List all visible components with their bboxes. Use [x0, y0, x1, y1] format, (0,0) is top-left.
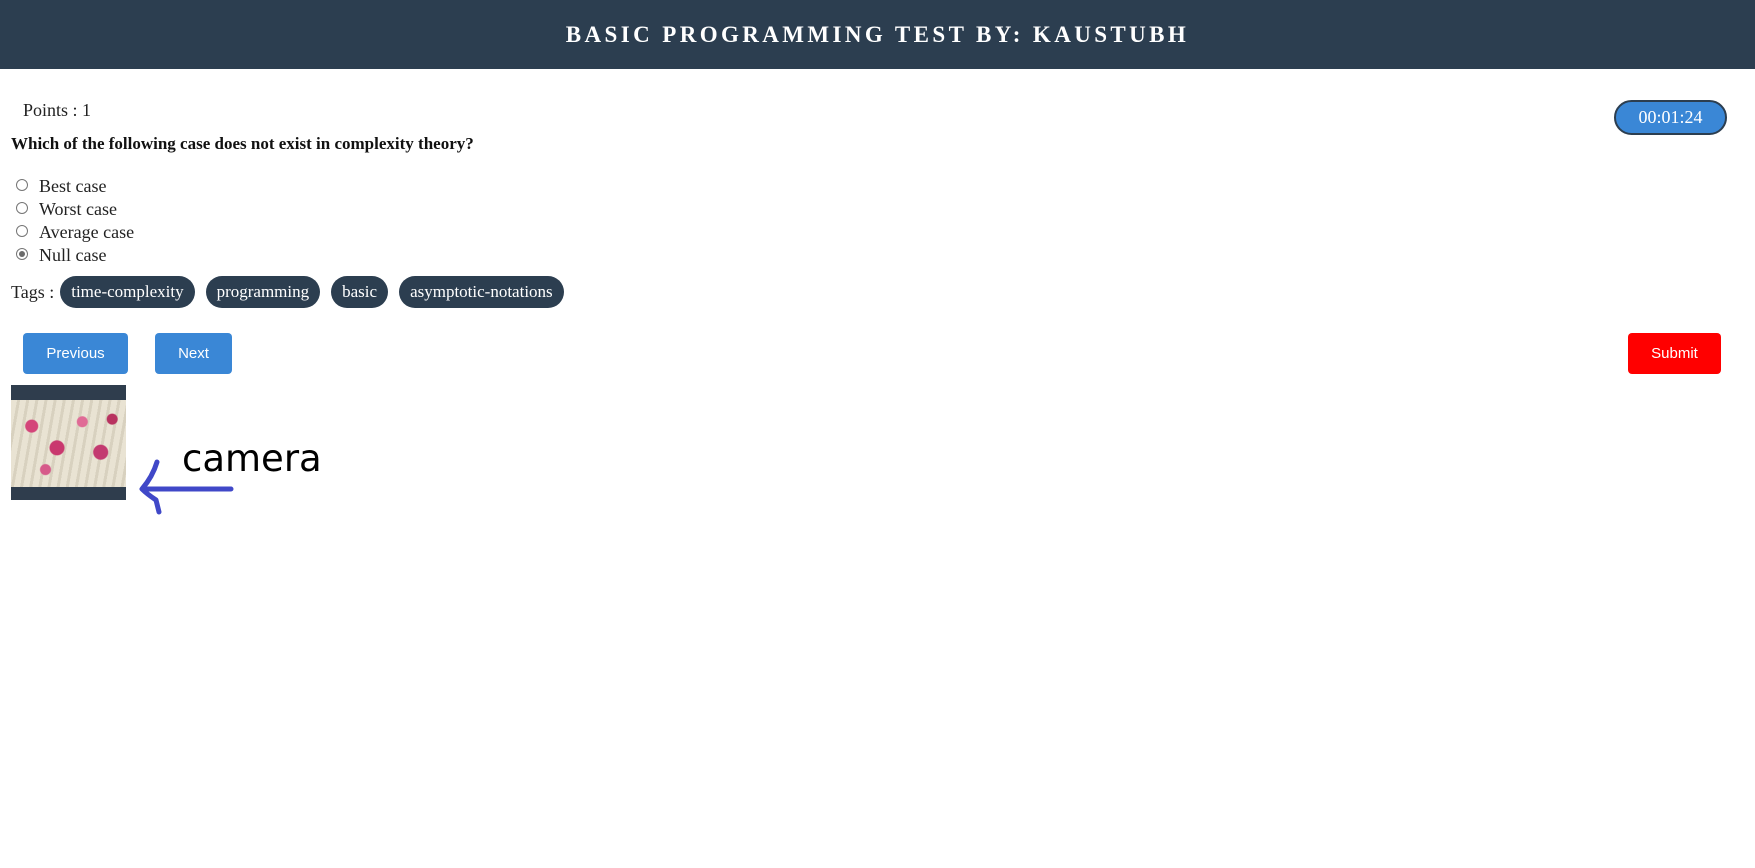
page-header: BASIC PROGRAMMING TEST BY: KAUSTUBH: [0, 0, 1755, 69]
points-label: Points : 1: [23, 100, 92, 120]
option-label: Worst case: [39, 199, 118, 219]
radio-button-selected[interactable]: [16, 247, 28, 260]
option-null-case[interactable]: Null case: [16, 244, 134, 267]
submit-button[interactable]: Submit: [1628, 333, 1721, 374]
tag-chip: programming: [205, 276, 321, 308]
tag-chip: time-complexity: [60, 276, 195, 308]
option-label: Average case: [39, 222, 135, 242]
tag-chip: asymptotic-notations: [399, 276, 564, 308]
option-best-case[interactable]: Best case: [16, 175, 134, 198]
tags-label: Tags :: [11, 281, 55, 302]
page-title: BASIC PROGRAMMING TEST BY: KAUSTUBH: [565, 22, 1190, 47]
question-text: Which of the following case does not exi…: [11, 134, 474, 153]
radio-button[interactable]: [16, 178, 28, 191]
answer-options: Best case Worst case Average case Null c…: [16, 175, 134, 267]
next-button[interactable]: Next: [155, 333, 232, 374]
camera-feed-image: [11, 400, 126, 487]
option-worst-case[interactable]: Worst case: [16, 198, 134, 221]
option-label: Best case: [39, 176, 107, 196]
camera-annotation-label: camera: [182, 437, 322, 480]
tags-row: Tags : time-complexity programming basic…: [11, 276, 575, 308]
timer-badge: 00:01:24: [1614, 100, 1727, 135]
option-average-case[interactable]: Average case: [16, 221, 134, 244]
radio-button[interactable]: [16, 224, 28, 237]
previous-button[interactable]: Previous: [23, 333, 128, 374]
option-label: Null case: [39, 245, 107, 265]
camera-preview: [11, 385, 126, 500]
tag-chip: basic: [331, 276, 389, 308]
radio-button[interactable]: [16, 201, 28, 214]
